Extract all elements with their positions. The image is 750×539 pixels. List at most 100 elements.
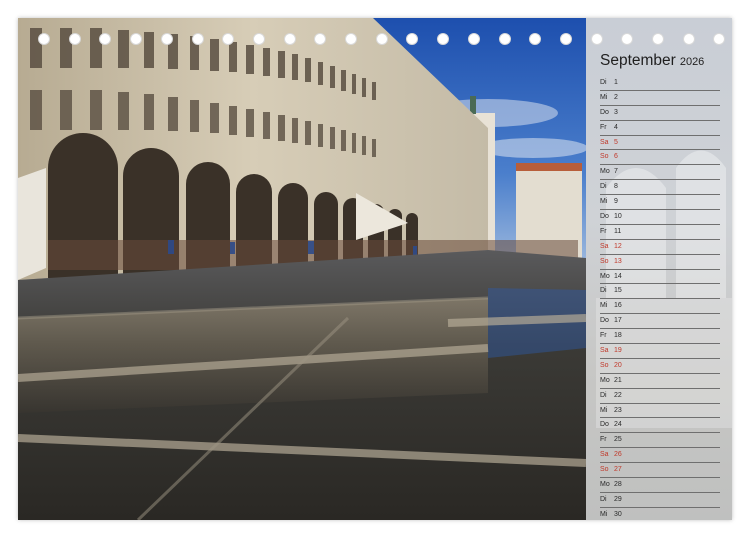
day-weekday: Di bbox=[600, 391, 607, 399]
binding-hole bbox=[590, 33, 603, 45]
day-weekday: Mi bbox=[600, 406, 608, 414]
binding-hole bbox=[130, 33, 143, 45]
day-date: 24 bbox=[614, 421, 622, 429]
day-weekday: Fr bbox=[600, 332, 607, 340]
day-weekday: Do bbox=[600, 317, 609, 325]
day-date: 20 bbox=[614, 361, 622, 369]
day-date: 25 bbox=[614, 436, 622, 444]
day-date: 30 bbox=[614, 510, 622, 518]
binding-hole bbox=[682, 33, 695, 45]
day-date: 11 bbox=[614, 227, 622, 235]
day-date: 7 bbox=[614, 168, 618, 176]
day-date: 3 bbox=[614, 108, 618, 116]
binding-hole bbox=[345, 33, 357, 45]
day-date: 21 bbox=[614, 376, 622, 384]
binding-hole bbox=[621, 33, 634, 45]
day-weekday: So bbox=[600, 153, 609, 161]
day-date: 26 bbox=[614, 451, 622, 459]
day-row: Fr 11 bbox=[600, 225, 720, 240]
day-weekday: Mo bbox=[600, 481, 610, 489]
day-date: 4 bbox=[614, 123, 618, 131]
photo-illustration bbox=[18, 18, 586, 520]
month-name: September bbox=[600, 52, 676, 69]
day-row: Fr 18 bbox=[600, 329, 720, 345]
day-weekday: Mi bbox=[600, 302, 608, 310]
day-row: Di 8 bbox=[600, 180, 720, 196]
day-weekday: Mo bbox=[600, 376, 610, 384]
day-date: 12 bbox=[614, 242, 622, 250]
day-row: Do 24 bbox=[600, 418, 720, 434]
day-weekday: Fr bbox=[600, 436, 607, 444]
day-row: Sa 26 bbox=[600, 448, 720, 464]
day-weekday: Di bbox=[600, 287, 607, 295]
day-row: Do 17 bbox=[600, 314, 720, 330]
day-row: Mi 2 bbox=[600, 91, 720, 106]
day-row: Fr 4 bbox=[600, 121, 720, 136]
day-weekday: Sa bbox=[600, 242, 609, 250]
day-row: Mi 30 bbox=[600, 508, 720, 520]
day-weekday: Sa bbox=[600, 347, 609, 355]
day-row: Sa 5 bbox=[600, 136, 720, 151]
day-row: Mo 7 bbox=[600, 165, 720, 181]
day-date: 13 bbox=[614, 257, 622, 265]
day-row: Mi 23 bbox=[600, 404, 720, 419]
binding-hole bbox=[375, 33, 388, 45]
day-date: 5 bbox=[614, 138, 618, 146]
day-date: 27 bbox=[614, 466, 622, 474]
day-date: 10 bbox=[614, 213, 622, 221]
calendar-page: September 2026 Di 1 Mi 2 Do 3 Fr 4 Sa 5 So 6 Mo 7 Di 8 Mi… bbox=[18, 18, 732, 520]
day-weekday: So bbox=[600, 361, 609, 369]
distant-roof bbox=[516, 163, 582, 171]
binding-hole bbox=[529, 33, 542, 45]
day-weekday: Fr bbox=[600, 123, 607, 131]
day-row: So 27 bbox=[600, 463, 720, 479]
day-weekday: So bbox=[600, 257, 609, 265]
binding-hole bbox=[99, 33, 112, 45]
day-date: 14 bbox=[614, 272, 622, 280]
day-row: Mo 28 bbox=[600, 478, 720, 493]
binding-hole bbox=[652, 33, 664, 45]
day-weekday: Do bbox=[600, 421, 609, 429]
day-list: Di 1 Mi 2 Do 3 Fr 4 Sa 5 So 6 Mo 7 Di 8 Mi 9 Do 10 Fr 11 Sa 12 S… bbox=[600, 76, 720, 520]
binding-hole bbox=[68, 33, 81, 45]
day-weekday: Do bbox=[600, 108, 609, 116]
day-date: 15 bbox=[614, 287, 622, 295]
day-weekday: Sa bbox=[600, 451, 609, 459]
day-date: 16 bbox=[614, 302, 622, 310]
day-weekday: Di bbox=[600, 79, 607, 86]
day-row: Mo 21 bbox=[600, 374, 720, 389]
day-row: Mi 9 bbox=[600, 195, 720, 211]
day-row: Mi 16 bbox=[600, 299, 720, 315]
day-date: 8 bbox=[614, 183, 618, 191]
day-row: Di 29 bbox=[600, 493, 720, 508]
day-date: 9 bbox=[614, 198, 618, 206]
binding-holes bbox=[38, 33, 728, 47]
day-date: 28 bbox=[614, 481, 622, 489]
day-weekday: Mi bbox=[600, 198, 608, 206]
binding-hole bbox=[498, 33, 511, 45]
binding-hole bbox=[283, 33, 296, 45]
day-date: 22 bbox=[614, 391, 622, 399]
venice-piazza-photo bbox=[18, 18, 586, 520]
day-weekday: Mi bbox=[600, 93, 608, 101]
calendar-column: September 2026 Di 1 Mi 2 Do 3 Fr 4 Sa 5 So 6 Mo 7 Di 8 Mi… bbox=[586, 18, 732, 520]
day-row: So 6 bbox=[600, 150, 720, 166]
day-weekday: Di bbox=[600, 183, 607, 191]
binding-hole bbox=[314, 33, 327, 45]
day-row: Fr 25 bbox=[600, 433, 720, 449]
tower-spire bbox=[470, 96, 476, 114]
day-row: So 13 bbox=[600, 255, 720, 270]
day-date: 23 bbox=[614, 406, 622, 414]
awning bbox=[18, 168, 46, 280]
day-weekday: Sa bbox=[600, 138, 609, 146]
month-year: 2026 bbox=[679, 56, 705, 68]
binding-hole bbox=[467, 33, 480, 45]
binding-hole bbox=[160, 33, 173, 45]
day-row: Do 10 bbox=[600, 210, 720, 225]
day-row: Do 3 bbox=[600, 106, 720, 121]
binding-hole bbox=[222, 33, 235, 45]
day-weekday: Mo bbox=[600, 168, 610, 176]
day-weekday: Di bbox=[600, 495, 607, 503]
day-weekday: Mo bbox=[600, 272, 610, 280]
day-weekday: Mi bbox=[600, 510, 608, 518]
